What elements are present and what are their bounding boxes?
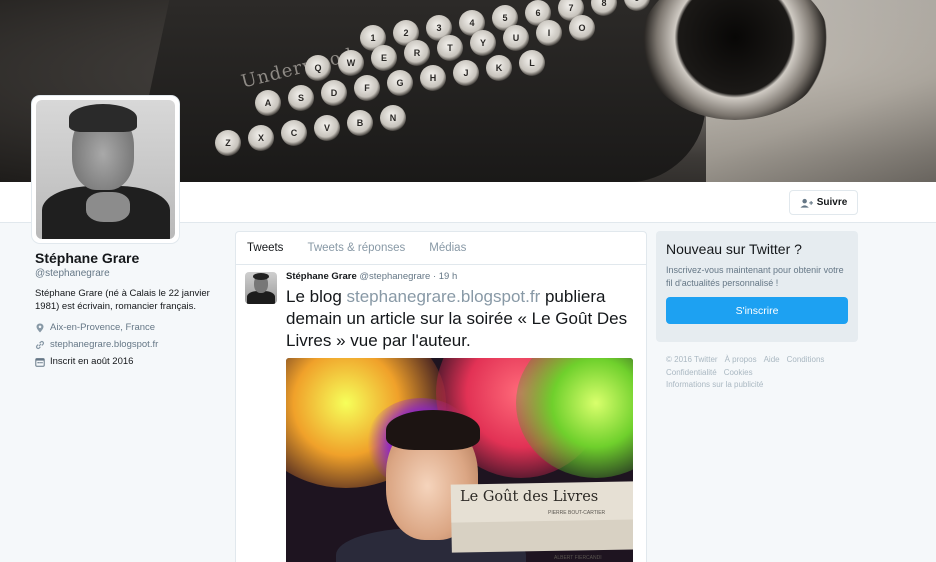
typewriter-key: B [347, 110, 373, 136]
profile-location: Aix-en-Provence, France [35, 322, 220, 333]
follow-button-label: Suivre [816, 197, 848, 208]
typewriter-key: I [536, 20, 562, 46]
website-link[interactable]: stephanegrare.blogspot.fr [50, 339, 158, 350]
typewriter-key: Y [470, 30, 496, 56]
typewriter-key: L [519, 50, 545, 76]
typewriter-key: Z [215, 130, 241, 156]
typewriter-key: Q [305, 55, 331, 81]
tweet-author-name[interactable]: Stéphane Grare [286, 271, 357, 282]
location-pin-icon [36, 323, 44, 332]
profile-website[interactable]: stephanegrare.blogspot.fr [35, 339, 220, 350]
calendar-icon [35, 357, 45, 367]
footer-link-help[interactable]: Aide [764, 355, 780, 364]
footer-link-cookies[interactable]: Cookies [724, 368, 753, 377]
footer-link-ads-info[interactable]: Informations sur la publicité [666, 380, 763, 389]
add-user-icon [800, 198, 813, 208]
tab-tweets[interactable]: Tweets [247, 242, 283, 254]
typewriter-key: S [288, 85, 314, 111]
tweet-header: Stéphane Grare @stephanegrare · 19 h [286, 271, 636, 282]
typewriter-key: O [569, 15, 595, 41]
typewriter-key: R [404, 40, 430, 66]
location-text: Aix-en-Provence, France [50, 322, 156, 333]
signup-module: Nouveau sur Twitter ? Inscrivez-vous mai… [656, 231, 858, 342]
tab-tweets-replies[interactable]: Tweets & réponses [307, 242, 405, 254]
typewriter-key: J [453, 60, 479, 86]
typewriter-key: U [503, 25, 529, 51]
footer-link-copyright[interactable]: © 2016 Twitter [666, 355, 718, 364]
book-subtitle: PIERRE BOUT-CARTIER [548, 510, 606, 516]
tweet-photo[interactable]: Le Goût des Livres PIERRE BOUT-CARTIER A… [286, 358, 633, 562]
profile-name[interactable]: Stéphane Grare [35, 250, 220, 266]
book-title: Le Goût des Livres [460, 489, 599, 505]
tweet-author-handle[interactable]: @stephanegrare [359, 271, 430, 282]
tweet-time[interactable]: 19 h [439, 271, 458, 282]
signup-button[interactable]: S'inscrire [666, 297, 848, 324]
footer-link-privacy[interactable]: Confidentialité [666, 368, 717, 377]
profile-card: Stéphane Grare @stephanegrare Stéphane G… [35, 250, 220, 367]
tweet-separator: · [432, 271, 437, 282]
typewriter-key: N [380, 105, 406, 131]
typewriter-key: X [248, 125, 274, 151]
profile-bio: Stéphane Grare (né à Calais le 22 janvie… [35, 288, 210, 312]
tweet-text-before: Le blog [286, 287, 347, 306]
link-icon [35, 340, 45, 349]
tweet-avatar[interactable] [245, 272, 277, 304]
typewriter-key: T [437, 35, 463, 61]
tweet[interactable]: Stéphane Grare @stephanegrare · 19 h Le … [236, 265, 646, 562]
typewriter-key: V [314, 115, 340, 141]
typewriter-key: H [420, 65, 446, 91]
footer-link-about[interactable]: À propos [725, 355, 757, 364]
joined-text: Inscrit en août 2016 [50, 356, 134, 367]
avatar-photo [36, 100, 175, 239]
tweet-link[interactable]: stephanegrare.blogspot.fr [347, 287, 541, 306]
typewriter-key: D [321, 80, 347, 106]
profile-handle[interactable]: @stephanegrare [35, 268, 220, 279]
profile-avatar[interactable] [32, 96, 179, 243]
typewriter-key: A [255, 90, 281, 116]
tweet-text: Le blog stephanegrare.blogspot.fr publie… [286, 286, 636, 352]
footer-links: © 2016 Twitter À propos Aide Conditions Con… [666, 354, 851, 392]
signup-description: Inscrivez-vous maintenant pour obtenir v… [666, 265, 844, 288]
typewriter-key: G [387, 70, 413, 96]
typewriter-key: C [281, 120, 307, 146]
typewriter-key: K [486, 55, 512, 81]
follow-button[interactable]: Suivre [789, 190, 858, 215]
book-subtitle-2: ALBERT FIERCANDI [554, 555, 602, 561]
footer-link-terms[interactable]: Conditions [787, 355, 825, 364]
timeline: Tweets Tweets & réponses Médias Stéphane… [235, 231, 647, 562]
signup-title: Nouveau sur Twitter ? [666, 241, 802, 257]
typewriter-key: F [354, 75, 380, 101]
timeline-tabs: Tweets Tweets & réponses Médias [236, 232, 646, 265]
typewriter-key: W [338, 50, 364, 76]
tab-media[interactable]: Médias [429, 242, 466, 254]
typewriter-key: E [371, 45, 397, 71]
profile-joined: Inscrit en août 2016 [35, 356, 220, 367]
